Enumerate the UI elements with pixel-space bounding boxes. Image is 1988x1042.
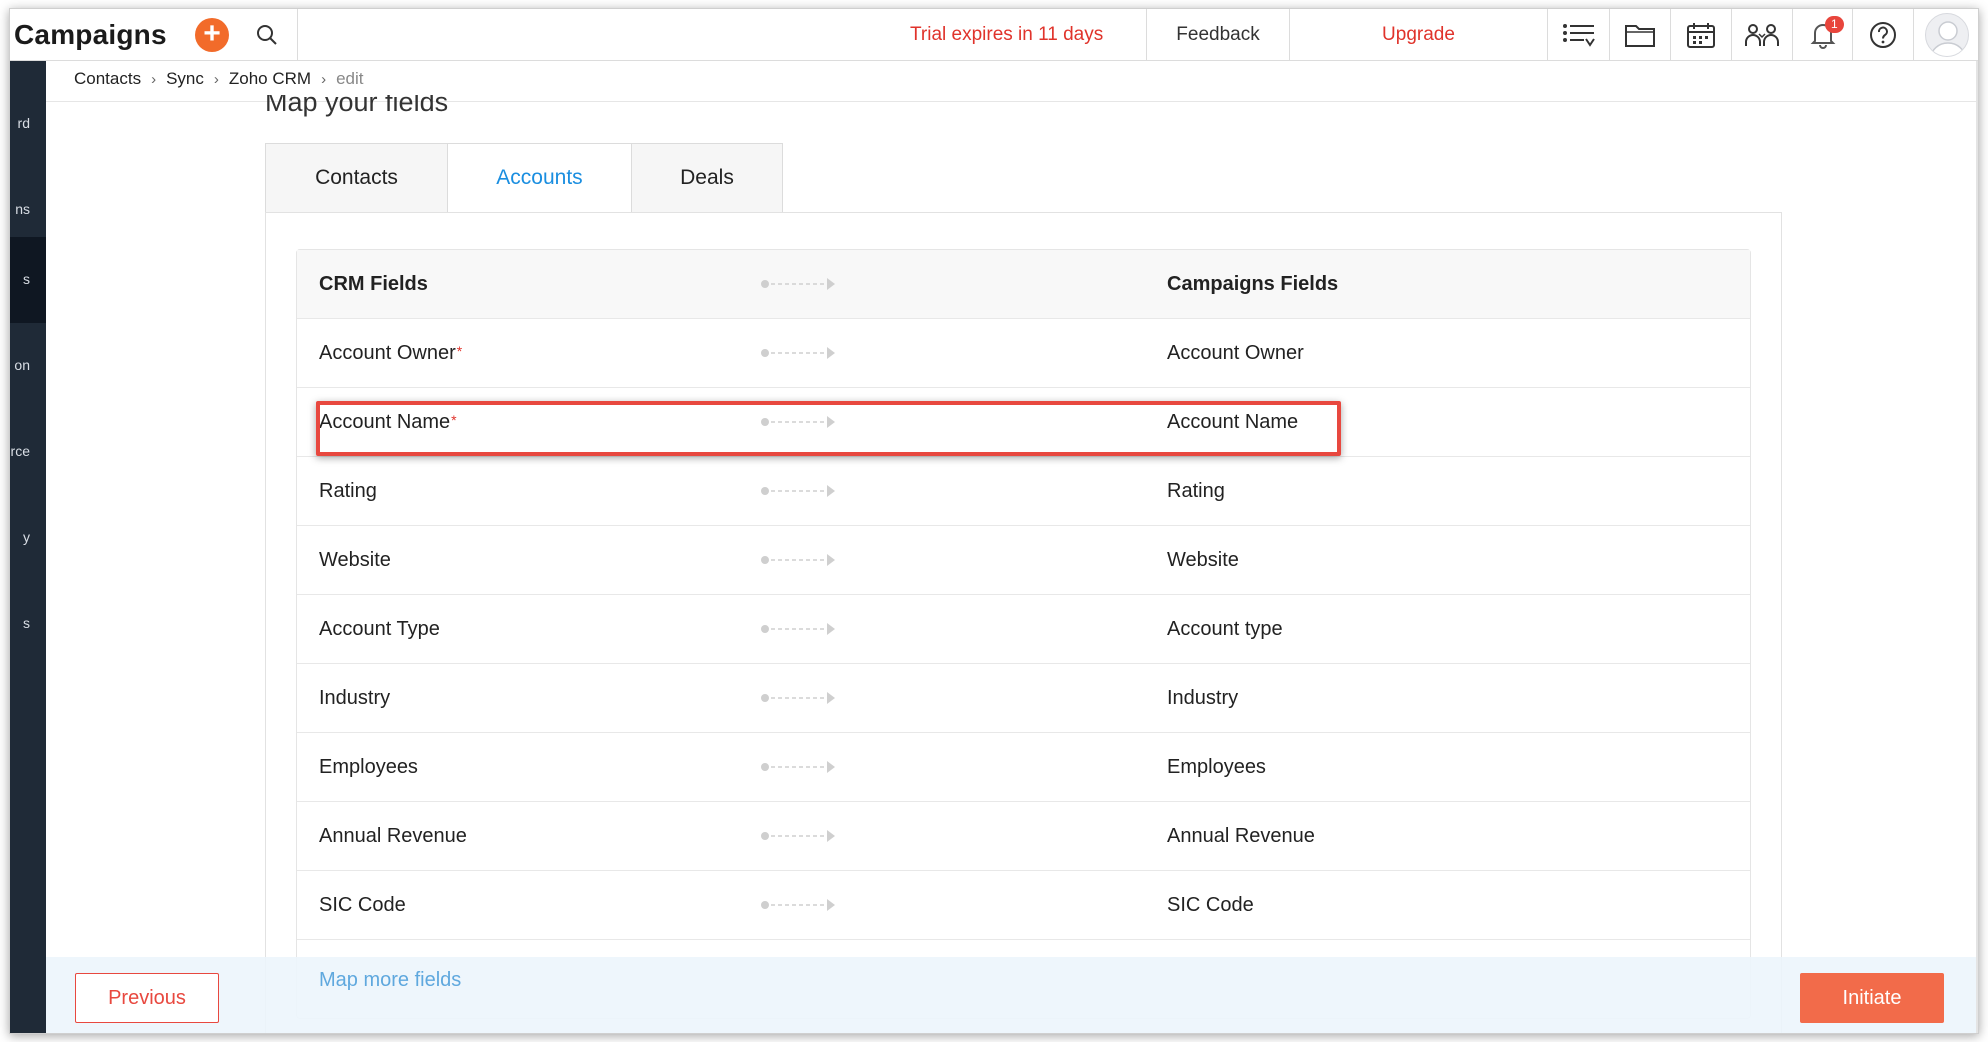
campaigns-field[interactable]: Annual Revenue [1167, 802, 1315, 871]
crm-field[interactable]: Account Type [319, 595, 440, 664]
users-icon[interactable] [1732, 9, 1793, 61]
tab-bar: Contacts Accounts Deals [265, 143, 783, 213]
table-row: Account Owner* Account Owner [297, 319, 1750, 388]
breadcrumb-current: edit [336, 69, 364, 88]
map-arrow-icon [761, 623, 835, 635]
sidebar-item[interactable]: rce [10, 409, 46, 495]
sidebar-item[interactable]: rd [10, 81, 46, 167]
campaigns-field[interactable]: Rating [1167, 457, 1225, 526]
table-header: CRM Fields Campaigns Fields [297, 250, 1750, 319]
breadcrumb: Contacts › Sync › Zoho CRM › edit [74, 69, 364, 89]
map-arrow-icon [761, 830, 835, 842]
trial-notice[interactable]: Trial expires in 11 days [910, 9, 1103, 61]
feedback-link[interactable]: Feedback [1146, 9, 1290, 61]
crm-field[interactable]: Employees [319, 733, 418, 802]
bell-icon[interactable]: 1 [1793, 9, 1853, 61]
chevron-right-icon: › [151, 70, 157, 88]
map-arrow-icon [761, 485, 835, 497]
sidebar-item-active[interactable]: s [10, 237, 46, 323]
campaigns-field[interactable]: Industry [1167, 664, 1238, 733]
map-arrow-icon [761, 554, 835, 566]
crm-field[interactable]: Website [319, 526, 391, 595]
campaigns-field[interactable]: Account Owner [1167, 319, 1304, 388]
crm-fields-header: CRM Fields [319, 273, 428, 295]
crm-field[interactable]: Industry [319, 664, 390, 733]
sidebar: rd ns s on rce y s [10, 61, 46, 1033]
map-arrow-icon [761, 692, 835, 704]
required-mark: * [456, 343, 463, 359]
previous-button[interactable]: Previous [75, 973, 219, 1023]
tab-deals[interactable]: Deals [631, 143, 783, 213]
campaigns-field[interactable]: Website [1167, 526, 1239, 595]
avatar[interactable] [1925, 13, 1969, 57]
table-row: SIC Code SIC Code [297, 871, 1750, 940]
breadcrumb-contacts[interactable]: Contacts [74, 69, 141, 89]
highlight-box [316, 401, 1341, 456]
sidebar-item[interactable]: on [10, 323, 46, 409]
sidebar-item[interactable]: s [10, 581, 46, 667]
calendar-icon[interactable] [1671, 9, 1732, 61]
table-row: Annual Revenue Annual Revenue [297, 802, 1750, 871]
tab-contacts[interactable]: Contacts [265, 143, 447, 213]
map-arrow-icon [761, 278, 835, 290]
page-title: Map your fields [265, 95, 449, 117]
notification-badge: 1 [1825, 16, 1844, 33]
table-row: Rating Rating [297, 457, 1750, 526]
campaigns-field[interactable]: Account type [1167, 595, 1283, 664]
breadcrumb-zoho-crm[interactable]: Zoho CRM [229, 69, 311, 89]
chevron-right-icon: › [321, 70, 327, 88]
scrollbar[interactable] [1976, 61, 1978, 1033]
map-more-fields-link[interactable]: Map more fields [319, 969, 461, 992]
map-arrow-icon [761, 347, 835, 359]
list-icon[interactable] [1549, 9, 1610, 61]
crm-field[interactable]: Rating [319, 457, 377, 526]
search-icon[interactable] [247, 9, 287, 61]
help-icon[interactable] [1853, 9, 1914, 61]
campaigns-field[interactable]: Employees [1167, 733, 1266, 802]
table-row: Account Type Account type [297, 595, 1750, 664]
brand-logo[interactable]: Campaigns [10, 19, 187, 51]
campaigns-field[interactable]: SIC Code [1167, 871, 1254, 940]
tab-accounts[interactable]: Accounts [447, 143, 631, 213]
campaigns-fields-header: Campaigns Fields [1167, 273, 1339, 295]
breadcrumb-sync[interactable]: Sync [166, 69, 204, 89]
chevron-right-icon: › [213, 70, 219, 88]
crm-field[interactable]: SIC Code [319, 871, 406, 940]
table-row: Website Website [297, 526, 1750, 595]
map-arrow-icon [761, 761, 835, 773]
initiate-button[interactable]: Initiate [1800, 973, 1944, 1023]
table-row: Employees Employees [297, 733, 1750, 802]
crm-field[interactable]: Account Owner* [319, 319, 462, 388]
app-window: Campaigns + Trial expires in 11 days Fee… [9, 8, 1979, 1034]
map-arrow-icon [761, 899, 835, 911]
add-button[interactable]: + [195, 17, 229, 52]
sidebar-item[interactable]: y [10, 495, 46, 581]
upgrade-link[interactable]: Upgrade [1290, 9, 1548, 61]
crm-field[interactable]: Annual Revenue [319, 802, 467, 871]
divider [297, 9, 298, 61]
table-row: Industry Industry [297, 664, 1750, 733]
folder-icon[interactable] [1610, 9, 1671, 61]
